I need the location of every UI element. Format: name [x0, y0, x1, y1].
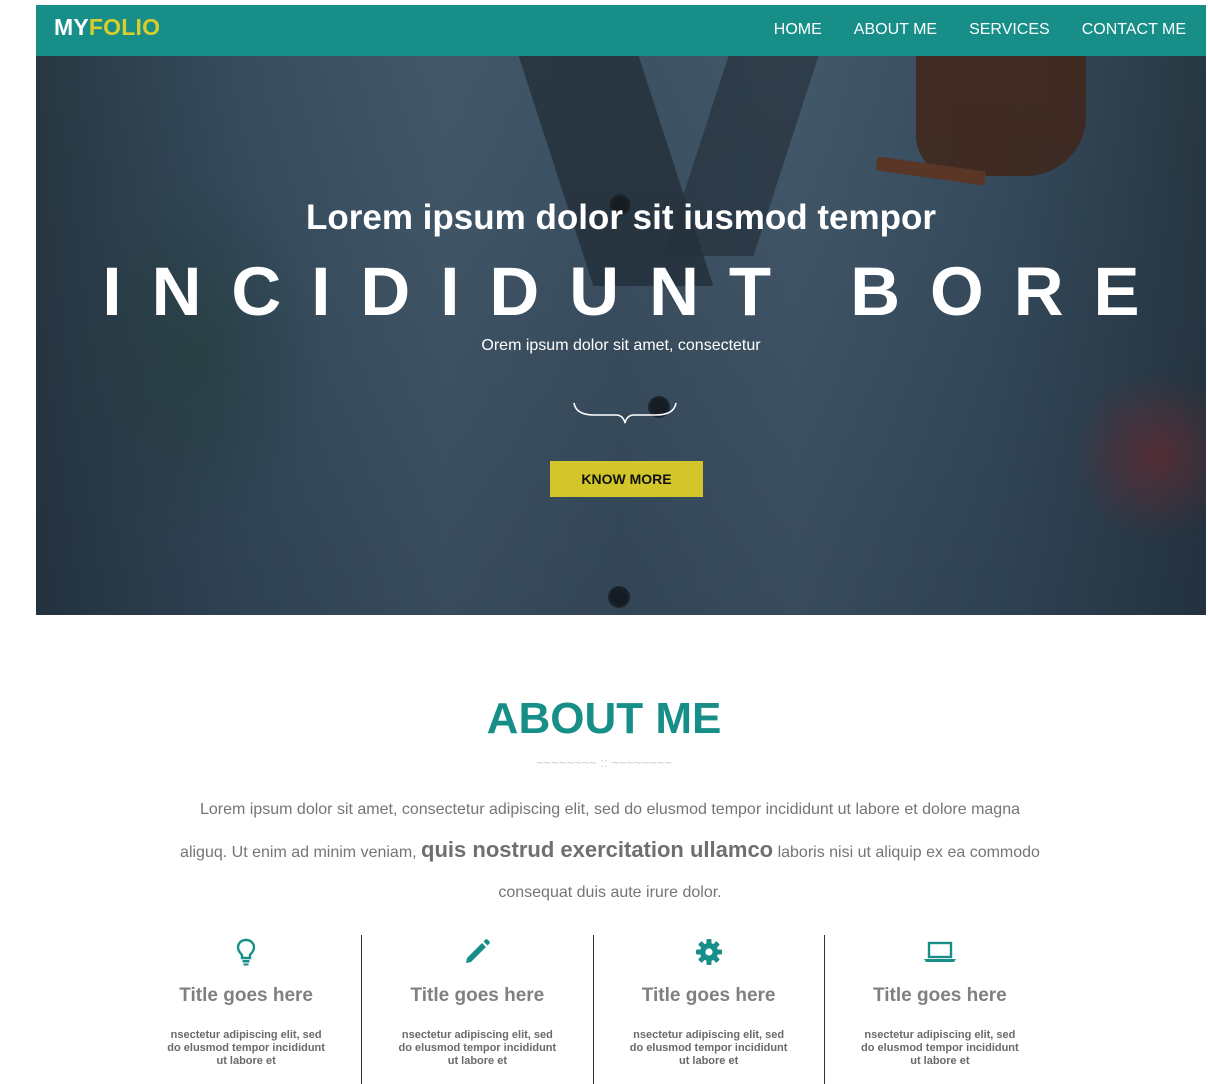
feature-title: Title goes here: [410, 985, 545, 1006]
feature-description: nsectetur adipiscing elit, sed do elusmo…: [861, 1029, 1019, 1067]
about-title: ABOUT ME: [486, 694, 722, 743]
site-logo[interactable]: MYFOLIO: [54, 14, 160, 41]
about-paragraph: Lorem ipsum dolor sit amet, consectetur …: [180, 790, 1040, 913]
curly-brace-icon: [573, 402, 677, 424]
know-more-button[interactable]: KNOW MORE: [550, 461, 703, 497]
about-text-emphasis: quis nostrud exercitation ullamco: [421, 837, 774, 862]
nav-services[interactable]: SERVICES: [969, 21, 1050, 39]
nav-about-me[interactable]: ABOUT ME: [854, 21, 937, 39]
about-divider: ~~~~~~~~ :: ~~~~~~~~: [536, 755, 672, 770]
laptop-icon: [825, 935, 1055, 969]
logo-part-folio: FOLIO: [88, 14, 161, 40]
about-section: ABOUT ME ~~~~~~~~ :: ~~~~~~~~ Lorem ipsu…: [0, 610, 1208, 1084]
feature-description: nsectetur adipiscing elit, sed do elusmo…: [629, 1029, 788, 1067]
gear-icon: [594, 935, 824, 969]
hero-overlay: [36, 56, 1206, 615]
feature-description: nsectetur adipiscing elit, sed do elusmo…: [398, 1029, 557, 1067]
hero-banner: Lorem ipsum dolor sit iusmod tempor INCI…: [36, 56, 1206, 615]
nav-contact-me[interactable]: CONTACT ME: [1082, 21, 1186, 39]
hero-tagline: Orem ipsum dolor sit amet, consectetur: [481, 337, 761, 354]
page-frame: MYFOLIO HOME ABOUT ME SERVICES CONTACT M…: [36, 5, 1206, 615]
feature-item: Title goes here nsectetur adipiscing eli…: [361, 935, 592, 1084]
feature-title: Title goes here: [641, 985, 776, 1006]
feature-item: Title goes here nsectetur adipiscing eli…: [592, 935, 824, 1084]
nav-home[interactable]: HOME: [774, 21, 822, 39]
feature-list: Title goes here nsectetur adipiscing eli…: [131, 935, 1055, 1084]
hero-title: INCIDIDUNT BORE: [102, 253, 1170, 330]
feature-title: Title goes here: [179, 985, 313, 1006]
feature-title: Title goes here: [872, 985, 1007, 1006]
feature-description: nsectetur adipiscing elit, sed do elusmo…: [167, 1029, 325, 1067]
logo-part-my: MY: [54, 14, 89, 40]
lightbulb-icon: [131, 935, 361, 969]
navbar: MYFOLIO HOME ABOUT ME SERVICES CONTACT M…: [36, 5, 1206, 56]
feature-item: Title goes here nsectetur adipiscing eli…: [131, 935, 361, 1084]
feature-item: Title goes here nsectetur adipiscing eli…: [823, 935, 1055, 1084]
hero-subtitle: Lorem ipsum dolor sit iusmod tempor: [305, 198, 937, 237]
pencil-icon: [362, 935, 592, 969]
main-nav: HOME ABOUT ME SERVICES CONTACT ME: [774, 21, 1186, 39]
